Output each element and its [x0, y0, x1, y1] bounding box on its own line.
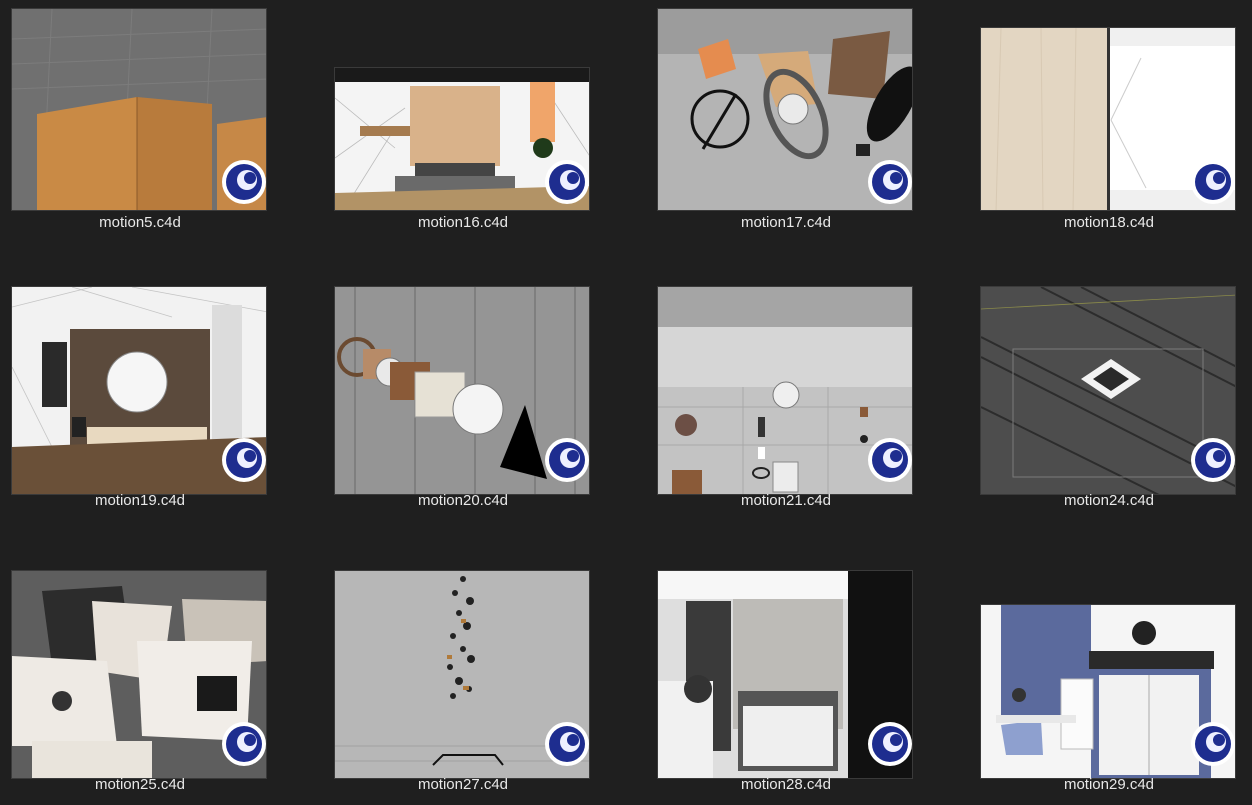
- file-item-motion28[interactable]: motion28.c4d: [657, 570, 915, 793]
- cinema4d-icon: [1190, 437, 1236, 488]
- file-item-motion16[interactable]: motion16.c4d: [334, 8, 592, 231]
- file-item-motion21[interactable]: motion21.c4d: [657, 286, 915, 509]
- file-item-motion27[interactable]: motion27.c4d: [334, 570, 592, 793]
- file-name-label: motion28.c4d: [740, 776, 832, 793]
- file-item-motion18[interactable]: motion18.c4d: [980, 8, 1238, 231]
- cinema4d-icon: [544, 721, 590, 772]
- file-item-motion5[interactable]: motion5.c4d: [11, 8, 269, 231]
- file-name-label: motion29.c4d: [1063, 776, 1155, 793]
- file-name-label: motion20.c4d: [417, 492, 509, 509]
- file-name-label: motion17.c4d: [740, 214, 832, 231]
- cinema4d-icon: [544, 437, 590, 488]
- file-name-label: motion27.c4d: [417, 776, 509, 793]
- file-name-label: motion24.c4d: [1063, 492, 1155, 509]
- cinema4d-icon: [1190, 159, 1236, 210]
- file-name-label: motion21.c4d: [740, 492, 832, 509]
- cinema4d-icon: [867, 437, 913, 488]
- cinema4d-icon: [1190, 721, 1236, 772]
- file-name-label: motion25.c4d: [94, 776, 186, 793]
- file-grid: motion5.c4d motion16.c4d motion17.c4d mo…: [0, 0, 1252, 805]
- file-name-label: motion18.c4d: [1063, 214, 1155, 231]
- cinema4d-icon: [221, 437, 267, 488]
- cinema4d-icon: [544, 159, 590, 210]
- file-item-motion17[interactable]: motion17.c4d: [657, 8, 915, 231]
- cinema4d-icon: [867, 159, 913, 210]
- file-item-motion24[interactable]: motion24.c4d: [980, 286, 1238, 509]
- cinema4d-icon: [867, 721, 913, 772]
- file-name-label: motion16.c4d: [417, 214, 509, 231]
- file-item-motion19[interactable]: motion19.c4d: [11, 286, 269, 509]
- file-name-label: motion19.c4d: [94, 492, 186, 509]
- file-name-label: motion5.c4d: [99, 214, 181, 231]
- file-item-motion20[interactable]: motion20.c4d: [334, 286, 592, 509]
- file-item-motion29[interactable]: motion29.c4d: [980, 570, 1238, 793]
- cinema4d-icon: [221, 721, 267, 772]
- file-item-motion25[interactable]: motion25.c4d: [11, 570, 269, 793]
- cinema4d-icon: [221, 159, 267, 210]
